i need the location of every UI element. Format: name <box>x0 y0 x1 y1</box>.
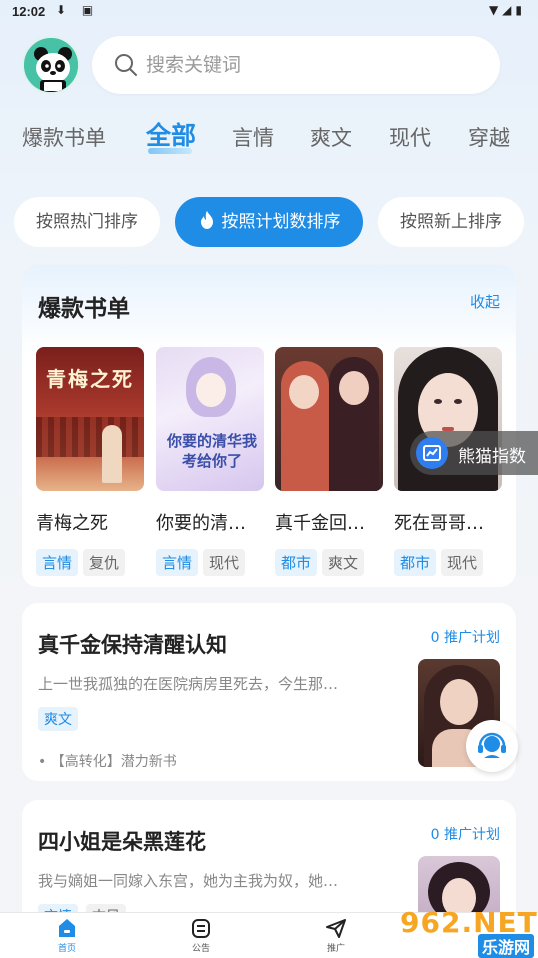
sort-hot-button[interactable]: 按照热门排序 <box>14 197 160 247</box>
book-title: 死在哥哥… <box>394 513 484 534</box>
panda-icon <box>24 38 78 92</box>
promo-extra: • 【高转化】潜力新书 <box>38 754 177 770</box>
promo-plan-count[interactable]: 0 推广计划 <box>431 824 500 844</box>
book-item[interactable]: 青梅之死 青梅之死 言情 复仇 <box>36 347 144 576</box>
headset-icon <box>478 732 506 758</box>
promo-title: 真千金保持清醒认知 <box>38 633 227 657</box>
tab-indicator <box>148 148 192 154</box>
status-bar: 12:02 ⬇ ▣ ▼◢▮ <box>0 0 538 26</box>
home-icon <box>59 919 75 937</box>
tab-cool[interactable]: 爽文 <box>310 122 352 152</box>
sort-new-label: 按照新上排序 <box>400 212 502 232</box>
promo-title: 四小姐是朵黑莲花 <box>38 830 206 854</box>
book-tag: 都市 <box>275 549 318 576</box>
customer-service-button[interactable] <box>466 720 518 772</box>
fire-icon <box>200 211 213 229</box>
collapse-button[interactable]: 收起 <box>470 291 500 312</box>
sort-plan-button[interactable]: 按照计划数排序 <box>175 197 363 247</box>
tab-all[interactable]: 全部 <box>146 116 196 152</box>
book-tag: 言情 <box>36 549 79 576</box>
nav-home[interactable]: 首页 <box>37 917 97 954</box>
promo-desc: 上一世我孤独的在医院病房里死去，今生那… <box>38 675 339 693</box>
book-tag: 复仇 <box>83 549 126 576</box>
book-cover-title: 你要的清华我考给你了 <box>166 432 257 470</box>
nav-promote-label: 推广 <box>326 944 345 954</box>
send-icon <box>326 919 346 938</box>
nav-home-label: 首页 <box>57 944 76 954</box>
booklist-title: 爆款书单 <box>38 296 130 322</box>
signal-battery-icon: ▼◢▮ <box>488 3 526 17</box>
book-title: 真千金回… <box>275 513 365 534</box>
book-item[interactable]: 你要的清华我考给你了 你要的清… 言情 现代 <box>156 347 264 576</box>
book-cover: 你要的清华我考给你了 <box>156 347 264 491</box>
book-title: 青梅之死 <box>36 513 108 534</box>
chart-icon <box>416 437 448 469</box>
tab-modern[interactable]: 现代 <box>389 122 431 152</box>
tab-romance[interactable]: 言情 <box>232 122 274 152</box>
promo-tag: 爽文 <box>38 707 78 731</box>
book-title: 你要的清… <box>156 513 246 534</box>
search-icon <box>115 54 137 76</box>
search-input[interactable] <box>146 50 466 80</box>
avatar[interactable] <box>22 36 80 94</box>
book-cover-title: 青梅之死 <box>46 367 134 391</box>
book-tag: 都市 <box>394 549 437 576</box>
announcement-icon <box>192 919 210 938</box>
book-tag: 言情 <box>156 549 199 576</box>
status-time: 12:02 <box>12 4 46 19</box>
book-tag: 现代 <box>203 549 246 576</box>
sort-hot-label: 按照热门排序 <box>36 212 138 232</box>
tab-time-travel[interactable]: 穿越 <box>468 122 510 152</box>
book-cover <box>275 347 383 491</box>
watermark-sub: 乐游网 <box>478 934 534 958</box>
sort-plan-label: 按照计划数排序 <box>221 212 341 232</box>
book-tag: 爽文 <box>322 549 365 576</box>
promo-desc: 我与嫡姐一同嫁入东宫，她为主我为奴，她… <box>38 872 339 890</box>
nav-announcement-label: 公告 <box>191 944 210 954</box>
search-bar[interactable] <box>92 36 500 94</box>
book-cover: 青梅之死 <box>36 347 144 491</box>
panda-index-button[interactable]: 熊猫指数 <box>410 431 538 475</box>
tab-hot-booklist[interactable]: 爆款书单 <box>22 122 106 152</box>
sort-new-button[interactable]: 按照新上排序 <box>378 197 524 247</box>
download-icon: ⬇ ▣ <box>56 3 100 17</box>
nav-promote[interactable]: 推广 <box>306 917 366 954</box>
promo-plan-count[interactable]: 0 推广计划 <box>431 627 500 647</box>
hot-booklist-card: 爆款书单 收起 青梅之死 青梅之死 言情 复仇 你要的清华我考给你了 你要的清… … <box>22 265 516 587</box>
nav-announcement[interactable]: 公告 <box>171 917 231 954</box>
panda-index-label: 熊猫指数 <box>458 447 526 467</box>
book-item[interactable]: 真千金回… 都市 爽文 <box>275 347 383 576</box>
category-tabs: 爆款书单 全部 言情 爽文 现代 穿越 <box>0 112 538 158</box>
book-tag: 现代 <box>441 549 484 576</box>
promo-card[interactable]: 真千金保持清醒认知 0 推广计划 上一世我孤独的在医院病房里死去，今生那… 爽文… <box>22 603 516 781</box>
watermark-logo: 962.NET 乐游网 <box>400 904 537 958</box>
